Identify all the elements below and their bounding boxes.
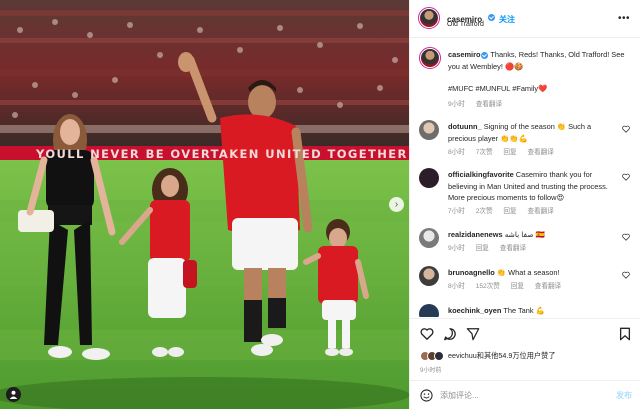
verified-badge-icon: [487, 14, 495, 22]
tagged-users-button[interactable]: [6, 387, 21, 402]
comment-text: 👏 What a season!: [496, 268, 560, 277]
post-header: casemiro 关注 Old Trafford •••: [410, 0, 640, 38]
post-comment-button[interactable]: 发布: [616, 390, 632, 401]
comment-item: brunoagnello 👏 What a season! 8小时 152次赞 …: [419, 265, 633, 295]
comment-avatar[interactable]: [419, 228, 439, 248]
heart-icon[interactable]: [420, 327, 434, 341]
add-comment-bar: 发布: [410, 380, 640, 409]
comment-likes[interactable]: 7次赞: [476, 149, 493, 156]
comment-time: 9小时: [448, 245, 465, 252]
comment-like-heart-icon[interactable]: [622, 173, 630, 181]
likes-text: eevichuu和其他54.9万位用户赞了: [448, 351, 556, 360]
comment-time: 7小时: [448, 208, 465, 215]
post-sidebar: casemiro 关注 Old Trafford ••• casemiro Th…: [409, 0, 640, 409]
stadium-banner-text: YOULL NEVER BE OVERTAKEN UNITED TOGETHER…: [36, 147, 409, 161]
comment-username[interactable]: realzidanenews: [448, 230, 503, 239]
comment-time: 8小时: [448, 283, 465, 290]
comment-username[interactable]: dotuunn_: [448, 122, 482, 131]
emoji-smile-icon[interactable]: [420, 389, 433, 402]
caption-time: 9小时: [448, 101, 465, 108]
comment-translate[interactable]: 查看翻译: [527, 208, 553, 215]
comment-item: dotuunn_ Signing of the season 👏 Such a …: [419, 119, 633, 159]
comment-item: officialkingfavorite Casemiro thank you …: [419, 167, 633, 219]
caption-username[interactable]: casemiro: [448, 50, 480, 59]
comment-avatar[interactable]: [419, 304, 439, 317]
comment-like-heart-icon[interactable]: [622, 125, 630, 133]
comment-item: koechink_oyen The Tank 💪: [419, 303, 633, 317]
comment-avatar[interactable]: [419, 120, 439, 140]
comment-like-heart-icon[interactable]: [622, 233, 630, 241]
liker-avatars: [420, 351, 446, 362]
post-location[interactable]: Old Trafford: [447, 21, 484, 28]
more-options-icon[interactable]: •••: [618, 13, 630, 24]
comment-avatar[interactable]: [419, 168, 439, 188]
caption-translate[interactable]: 查看翻译: [476, 101, 502, 108]
comment-icon[interactable]: [443, 327, 457, 341]
comments-list[interactable]: casemiro Thanks, Reds! Thanks, Old Traff…: [410, 39, 640, 317]
author-avatar[interactable]: [418, 7, 440, 29]
comment-likes[interactable]: 2次赞: [476, 208, 493, 215]
post-time: 9小时前: [420, 368, 442, 374]
comment-text: The Tank 💪: [503, 306, 545, 315]
caption-hashtags[interactable]: #MUFC #MUNFUL #Family❤️: [448, 83, 616, 95]
caption-avatar[interactable]: [419, 47, 441, 69]
post-actions: eevichuu和其他54.9万位用户赞了 9小时前: [410, 318, 640, 380]
comment-translate[interactable]: 查看翻译: [500, 245, 526, 252]
comment-translate[interactable]: 查看翻译: [527, 149, 553, 156]
paper-plane-icon[interactable]: [466, 327, 480, 341]
user-icon: [9, 390, 18, 399]
comment-username[interactable]: koechink_oyen: [448, 306, 501, 315]
comment-input[interactable]: [440, 387, 600, 403]
comment-reply[interactable]: 回复: [476, 245, 489, 252]
comment-username[interactable]: officialkingfavorite: [448, 170, 514, 179]
comment-like-heart-icon[interactable]: [622, 271, 630, 279]
chevron-right-icon[interactable]: ›: [389, 197, 404, 212]
comment-reply[interactable]: 回复: [511, 283, 524, 290]
verified-badge-icon: [481, 51, 489, 59]
comment-translate[interactable]: 查看翻译: [535, 283, 561, 290]
caption: casemiro Thanks, Reds! Thanks, Old Traff…: [419, 47, 633, 117]
likes-summary[interactable]: eevichuu和其他54.9万位用户赞了: [420, 351, 556, 362]
comment-likes[interactable]: 152次赞: [476, 283, 500, 290]
comment-reply[interactable]: 回复: [503, 208, 516, 215]
post-photo[interactable]: YOULL NEVER BE OVERTAKEN UNITED TOGETHER…: [0, 0, 409, 409]
follow-button[interactable]: 关注: [499, 15, 515, 24]
comment-item: realzidanenews صفا باشه 🇪🇸 9小时 回复 查看翻译: [419, 227, 633, 257]
comment-time: 8小时: [448, 149, 465, 156]
photo-scene: [0, 0, 409, 409]
comment-text: صفا باشه 🇪🇸: [504, 230, 545, 239]
comment-reply[interactable]: 回复: [503, 149, 516, 156]
comment-avatar[interactable]: [419, 266, 439, 286]
comment-username[interactable]: brunoagnello: [448, 268, 495, 277]
bookmark-icon[interactable]: [618, 327, 632, 341]
